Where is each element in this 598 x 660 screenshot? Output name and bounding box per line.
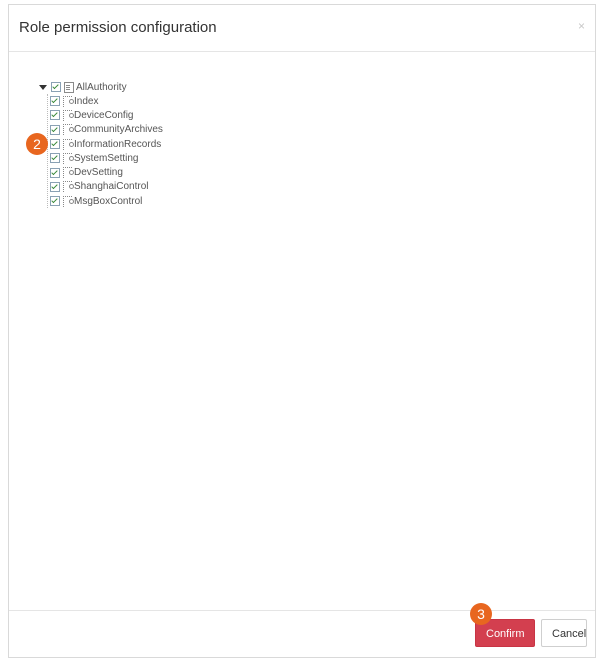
checkbox-communityarchives[interactable] [50,124,60,135]
tree-item-deviceconfig[interactable]: DeviceConfig [50,108,163,122]
tree-item-label: ShanghaiControl [74,181,149,193]
tree-item-label: CommunityArchives [74,124,163,136]
tree-item-msgboxcontrol[interactable]: MsgBoxControl [50,194,163,208]
checkbox-systemsetting[interactable] [50,153,60,164]
tree-item-label: DevSetting [74,167,123,179]
tree-item-label: InformationRecords [74,138,162,150]
checkbox-deviceconfig[interactable] [50,110,60,121]
node-icon [63,109,74,121]
checkbox-shanghaicontrol[interactable] [50,181,60,192]
tree-item-informationrecords[interactable]: InformationRecords [50,137,163,151]
tree-root-label: AllAuthority [76,81,127,93]
tree-root[interactable]: AllAuthority [39,80,163,94]
node-icon [63,181,74,193]
folder-icon [64,81,74,93]
tree-item-shanghaicontrol[interactable]: ShanghaiControl [50,180,163,194]
dialog-footer: Confirm Cancel [9,610,595,657]
tree-item-systemsetting[interactable]: SystemSetting [50,151,163,165]
tree-item-label: MsgBoxControl [74,195,143,207]
node-icon [63,95,74,107]
node-icon [63,138,74,150]
checkbox-index[interactable] [50,96,60,107]
tree-item-label: DeviceConfig [74,109,134,121]
tree-item-devsetting[interactable]: DevSetting [50,165,163,179]
permission-tree: AllAuthority Index DeviceConfig Communit… [39,80,163,209]
tree-item-label: SystemSetting [74,152,139,164]
checkbox-devsetting[interactable] [50,167,60,178]
step-3-badge: 3 [470,603,492,625]
expand-arrow-icon[interactable] [39,84,47,90]
cancel-button[interactable]: Cancel [541,619,587,647]
node-icon [63,167,74,179]
tree-item-index[interactable]: Index [50,94,163,108]
role-permission-dialog: Role permission configuration × AllAutho… [8,4,596,658]
tree-item-label: Index [74,95,99,107]
node-icon [63,152,74,164]
dialog-header: Role permission configuration × [9,5,595,52]
node-icon [63,124,74,136]
checkbox-msgboxcontrol[interactable] [50,196,60,207]
tree-children: Index DeviceConfig CommunityArchives Inf… [47,94,163,209]
tree-item-communityarchives[interactable]: CommunityArchives [50,123,163,137]
dialog-body: AllAuthority Index DeviceConfig Communit… [9,52,595,610]
dialog-title: Role permission configuration [19,19,217,36]
node-icon [63,195,74,207]
step-2-badge: 2 [26,133,48,155]
close-icon[interactable]: × [578,19,585,33]
checkbox-informationrecords[interactable] [50,139,60,150]
checkbox-allauthority[interactable] [51,82,61,92]
